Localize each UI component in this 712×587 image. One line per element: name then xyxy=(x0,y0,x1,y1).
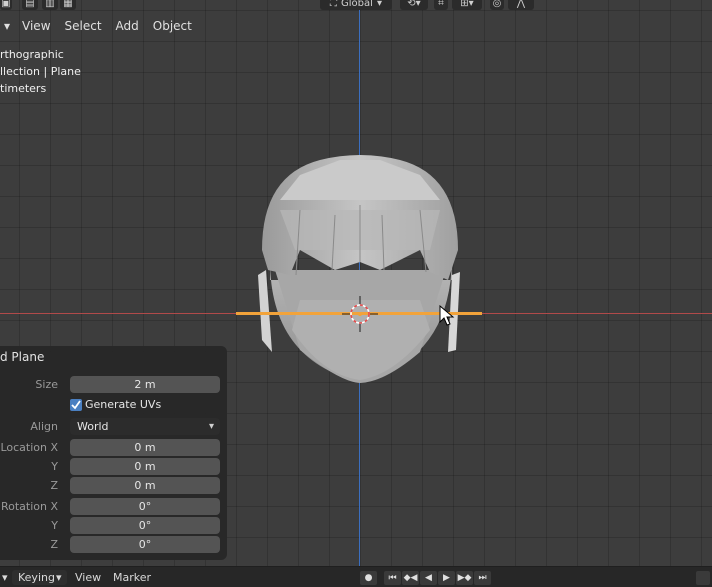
chevron-down-icon: ▾ xyxy=(56,571,62,584)
select-extend-icon[interactable]: ▥ xyxy=(42,0,58,10)
record-icon[interactable]: ● xyxy=(360,571,377,585)
select-box-icon[interactable]: ▤ xyxy=(22,0,38,10)
location-y-row: Y 0 m xyxy=(0,458,227,476)
editor-type-chevron-icon[interactable]: ▾ xyxy=(0,16,14,36)
chevron-down-icon: ▾ xyxy=(376,0,382,9)
location-x-field[interactable]: 0 m xyxy=(70,439,220,456)
menu-select[interactable]: Select xyxy=(59,16,108,36)
pivot-point-dropdown[interactable]: ⟲▾ xyxy=(400,0,428,10)
menu-view[interactable]: View xyxy=(16,16,56,36)
viewport-header: ▣ ▤ ▥ ▦ ⛶ Global ▾ ⟲▾ ⌗ ⊞▾ ◎ ⋀ xyxy=(0,0,712,12)
rotation-x-row: Rotation X 0° xyxy=(0,498,227,516)
location-z-field[interactable]: 0 m xyxy=(70,477,220,494)
3d-cursor-icon[interactable] xyxy=(340,294,380,334)
rotation-y-row: Y 0° xyxy=(0,517,227,535)
align-dropdown[interactable]: World ▾ xyxy=(70,418,220,435)
location-y-label: Y xyxy=(51,460,58,473)
jump-keyframe-back-icon[interactable]: ◆◀ xyxy=(402,571,419,585)
align-value: World xyxy=(77,420,109,433)
keying-label: Keying xyxy=(18,571,55,584)
rotation-y-field[interactable]: 0° xyxy=(70,517,220,534)
rotation-z-row: Z 0° xyxy=(0,536,227,554)
size-row: Size 2 m xyxy=(0,376,227,394)
view-mode-icon[interactable]: ▣ xyxy=(0,0,12,10)
rotation-y-label: Y xyxy=(51,519,58,532)
size-field[interactable]: 2 m xyxy=(70,376,220,393)
jump-keyframe-forward-icon[interactable]: ▶◆ xyxy=(456,571,473,585)
collection-object-text: llection | Plane xyxy=(0,65,81,78)
location-x-label: Location X xyxy=(0,441,58,454)
generate-uvs-label: Generate UVs xyxy=(85,398,162,411)
keying-dropdown[interactable]: Keying ▾ xyxy=(12,570,67,585)
location-y-field[interactable]: 0 m xyxy=(70,458,220,475)
units-text: timeters xyxy=(0,82,47,95)
timeline-menu-view[interactable]: View xyxy=(75,570,101,586)
snap-target-dropdown[interactable]: ⊞▾ xyxy=(452,0,482,10)
timeline-header: ▾ Keying ▾ View Marker ● ⏮ ◆◀ ◀ ▶ ▶◆ ⏭ xyxy=(0,566,712,587)
location-z-row: Z 0 m xyxy=(0,477,227,495)
rotation-z-label: Z xyxy=(50,538,58,551)
falloff-dropdown[interactable]: ⋀ xyxy=(508,0,534,10)
rotation-x-field[interactable]: 0° xyxy=(70,498,220,515)
frame-field[interactable] xyxy=(696,571,710,585)
panel-title: d Plane xyxy=(0,350,45,364)
size-label: Size xyxy=(35,378,58,391)
add-plane-operator-panel: d Plane Size 2 m Generate UVs Align Worl… xyxy=(0,346,227,560)
play-reverse-icon[interactable]: ◀ xyxy=(420,571,437,585)
orientation-icon: ⛶ xyxy=(330,0,338,9)
rotation-z-field[interactable]: 0° xyxy=(70,536,220,553)
snap-toggle-icon[interactable]: ⌗ xyxy=(434,0,448,10)
select-subtract-icon[interactable]: ▦ xyxy=(60,0,76,10)
mouse-pointer-icon xyxy=(439,305,455,326)
viewport-menu-bar: ▾ View Select Add Object xyxy=(0,16,198,36)
play-icon[interactable]: ▶ xyxy=(438,571,455,585)
menu-object[interactable]: Object xyxy=(147,16,198,36)
rotation-x-label: Rotation X xyxy=(0,500,58,513)
generate-uvs-checkbox[interactable] xyxy=(70,399,82,411)
jump-end-icon[interactable]: ⏭ xyxy=(474,571,491,585)
transform-orientation-dropdown[interactable]: ⛶ Global ▾ xyxy=(320,0,392,10)
location-z-label: Z xyxy=(50,479,58,492)
jump-start-icon[interactable]: ⏮ xyxy=(384,571,401,585)
checkmark-icon xyxy=(71,400,81,410)
location-x-row: Location X 0 m xyxy=(0,439,227,457)
align-row: Align World ▾ xyxy=(0,418,227,436)
generate-uvs-row: Generate UVs xyxy=(0,397,227,415)
chevron-down-icon: ▾ xyxy=(208,421,214,432)
menu-add[interactable]: Add xyxy=(110,16,145,36)
timeline-menu-marker[interactable]: Marker xyxy=(113,570,151,586)
viewport-info-overlay: rthographic llection | Plane timeters xyxy=(0,46,81,97)
orientation-label: Global xyxy=(341,0,373,9)
chevron-down-icon[interactable]: ▾ xyxy=(2,570,8,586)
view-name-text: rthographic xyxy=(0,48,64,61)
proportional-edit-icon[interactable]: ◎ xyxy=(490,0,504,10)
align-label: Align xyxy=(30,420,58,433)
